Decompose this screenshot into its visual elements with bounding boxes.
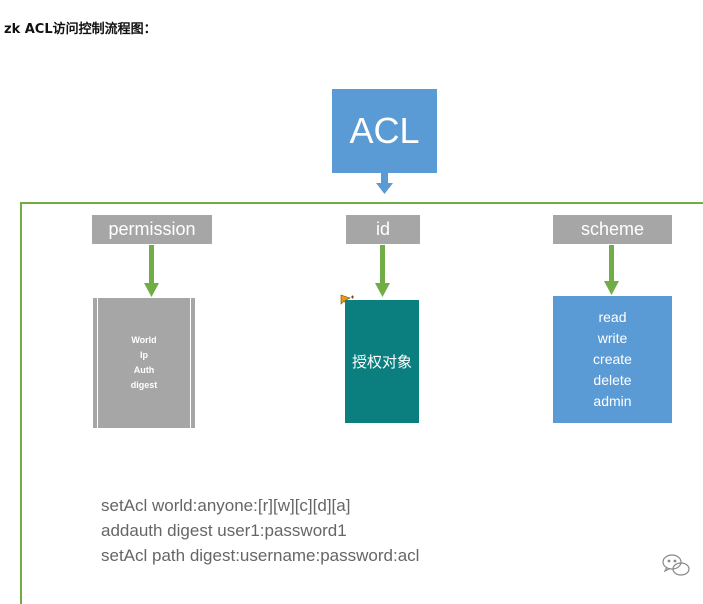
scheme-label: scheme [553, 215, 672, 244]
wechat-icon [662, 554, 690, 576]
scheme-item: delete [593, 372, 632, 388]
command-line: setAcl path digest:username:password:acl [101, 546, 420, 565]
scheme-values-box: read write create delete admin [553, 296, 672, 423]
id-label: id [346, 215, 420, 244]
id-arrow [375, 245, 390, 297]
permission-item: Auth [133, 365, 155, 375]
command-line: addauth digest user1:password1 [101, 521, 347, 540]
scheme-item: create [593, 351, 632, 367]
scheme-item: read [598, 309, 627, 325]
id-values-box: 授权对象 [345, 300, 419, 423]
permission-item: World [131, 335, 157, 345]
scheme-item: admin [593, 393, 632, 409]
command-line: setAcl world:anyone:[r][w][c][d][a] [101, 496, 351, 515]
permission-arrow [144, 245, 159, 297]
permission-values-box: World Ip Auth digest [92, 298, 196, 428]
acl-down-arrow [376, 173, 393, 194]
permission-label: permission [92, 215, 212, 244]
scheme-arrow [604, 245, 619, 295]
permission-item: Ip [140, 350, 148, 360]
id-item: 授权对象 [351, 353, 412, 371]
permission-item: digest [130, 380, 158, 390]
command-examples: setAcl world:anyone:[r][w][c][d][a] adda… [101, 493, 419, 568]
scheme-item: write [597, 330, 628, 346]
